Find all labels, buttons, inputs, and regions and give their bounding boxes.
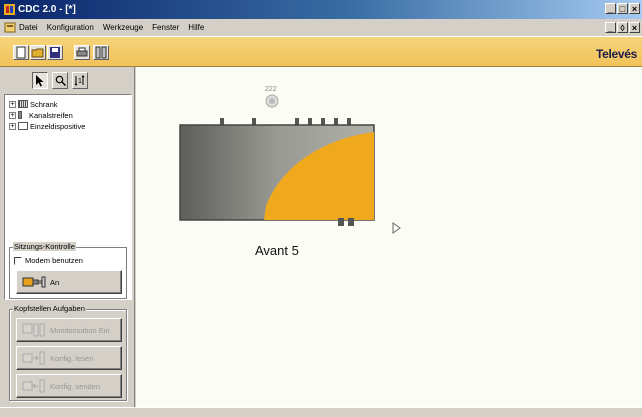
brand-logo: Televés bbox=[595, 47, 637, 61]
connect-label: An bbox=[50, 277, 60, 287]
session-legend: Sitzungs-Kontrolle bbox=[13, 242, 76, 251]
minimize-button[interactable]: _ bbox=[605, 3, 616, 14]
doc-minimize-button[interactable]: _ bbox=[605, 22, 616, 33]
read-config-icon bbox=[22, 351, 45, 365]
modem-label: Modem benutzen bbox=[25, 256, 83, 265]
tree-label: Einzeldispositive bbox=[30, 121, 86, 131]
maximize-button[interactable]: □ bbox=[617, 3, 628, 14]
expand-icon[interactable]: + bbox=[9, 111, 16, 119]
search-icon bbox=[55, 75, 66, 86]
send-config-label: Konfig. senden bbox=[50, 381, 101, 391]
open-folder-icon bbox=[31, 48, 44, 58]
menu-bar: Datei Konfiguration Werkzeuge Fenster Hi… bbox=[0, 19, 642, 36]
session-control-group: Sitzungs-Kontrolle Modem benutzen An bbox=[9, 242, 127, 299]
node-id-label: 222 bbox=[265, 86, 277, 93]
numbering-icon: 1 bbox=[74, 75, 85, 86]
send-config-button[interactable]: Konfig. senden bbox=[16, 374, 122, 398]
strip-icon bbox=[18, 111, 22, 119]
numbering-tool-button[interactable]: 1 bbox=[72, 72, 88, 89]
device-label: Avant 5 bbox=[255, 243, 299, 258]
properties-icon bbox=[95, 46, 107, 59]
tree-label: Schrank bbox=[30, 99, 58, 109]
modem-checkbox-row[interactable]: Modem benutzen bbox=[14, 256, 83, 265]
print-button[interactable] bbox=[74, 45, 90, 60]
read-config-label: Konfig. lesen bbox=[50, 353, 94, 363]
monitor-icon bbox=[22, 323, 45, 337]
app-icon bbox=[4, 4, 15, 15]
menu-konfiguration[interactable]: Konfiguration bbox=[47, 23, 94, 32]
tree-label: Kanalstreifen bbox=[29, 110, 73, 120]
new-file-button[interactable] bbox=[13, 45, 29, 60]
monitoring-on-button[interactable]: Monitorisation Ein bbox=[16, 318, 122, 342]
tree-item-kanalstreifen[interactable]: + Kanalstreifen bbox=[9, 110, 73, 120]
menu-hilfe[interactable]: Hilfe bbox=[188, 23, 204, 32]
headend-tasks-group: Kopfstellen Aufgaben Monitorisation Ein … bbox=[9, 304, 127, 401]
menu-fenster[interactable]: Fenster bbox=[152, 23, 179, 32]
connector-node-icon[interactable] bbox=[265, 94, 279, 108]
connect-button[interactable]: An bbox=[16, 270, 122, 294]
send-config-icon bbox=[22, 379, 45, 393]
monitoring-label: Monitorisation Ein bbox=[50, 325, 110, 335]
expand-icon[interactable]: + bbox=[9, 100, 16, 108]
doc-close-button[interactable]: × bbox=[629, 22, 640, 33]
print-icon bbox=[76, 47, 88, 57]
port-bottom bbox=[338, 218, 344, 226]
device-icon bbox=[18, 122, 28, 130]
properties-button[interactable] bbox=[93, 45, 109, 60]
close-button[interactable]: × bbox=[629, 3, 640, 14]
zoom-tool-button[interactable] bbox=[52, 72, 68, 89]
modem-checkbox[interactable] bbox=[14, 256, 22, 265]
doc-restore-button[interactable]: ◊ bbox=[617, 22, 628, 33]
avant5-device[interactable] bbox=[178, 114, 378, 230]
left-panel: 1 + Schrank + Kanalstreifen + Einzeldisp… bbox=[0, 67, 135, 407]
toolbar: Televés bbox=[0, 36, 642, 67]
cabinet-icon bbox=[18, 100, 28, 108]
title-bar[interactable]: CDC 2.0 - [*] _ □ × bbox=[0, 0, 642, 19]
menu-werkzeuge[interactable]: Werkzeuge bbox=[103, 23, 143, 32]
status-bar bbox=[0, 407, 642, 417]
expand-icon[interactable]: + bbox=[9, 122, 16, 130]
pointer-icon bbox=[36, 74, 44, 86]
svg-text:1: 1 bbox=[78, 78, 82, 85]
document-icon[interactable] bbox=[4, 22, 16, 33]
save-icon bbox=[50, 47, 60, 58]
app-window: CDC 2.0 - [*] _ □ × Datei Konfiguration … bbox=[0, 0, 642, 417]
new-file-icon bbox=[16, 46, 26, 59]
read-config-button[interactable]: Konfig. lesen bbox=[16, 346, 122, 370]
save-button[interactable] bbox=[47, 45, 63, 60]
menu-datei[interactable]: Datei bbox=[19, 23, 38, 32]
tasks-legend: Kopfstellen Aufgaben bbox=[13, 304, 86, 313]
tree-item-schrank[interactable]: + Schrank bbox=[9, 99, 58, 109]
connect-plug-icon bbox=[22, 276, 46, 288]
window-title: CDC 2.0 - [*] bbox=[18, 4, 76, 15]
open-button[interactable] bbox=[30, 45, 46, 60]
tree-item-einzeldispositive[interactable]: + Einzeldispositive bbox=[9, 121, 85, 131]
port-bottom bbox=[348, 218, 354, 226]
pointer-tool-button[interactable] bbox=[32, 72, 48, 89]
output-arrow-icon[interactable] bbox=[391, 222, 401, 234]
